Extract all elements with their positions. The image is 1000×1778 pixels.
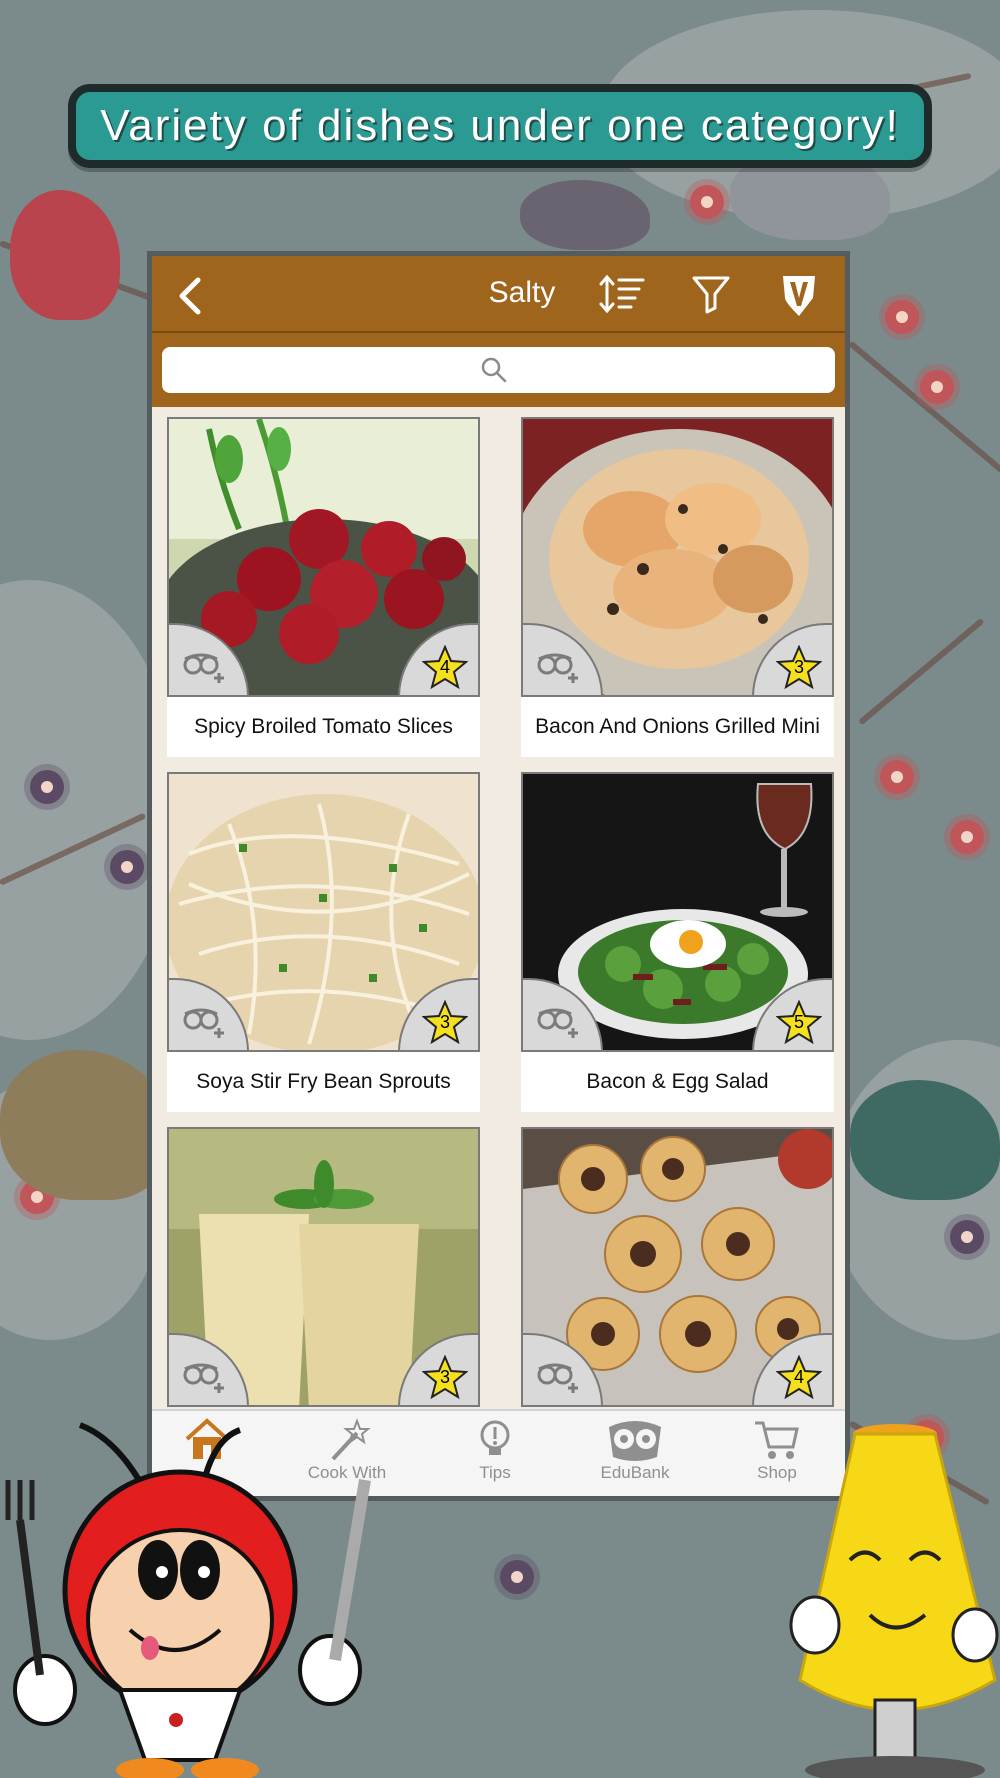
owl-add-icon — [537, 653, 578, 683]
promo-banner: Variety of dishes under one category! — [68, 84, 932, 168]
recipe-card[interactable]: 4 — [521, 1127, 834, 1407]
owl-icon — [609, 1421, 661, 1461]
nav-label: EduBank — [600, 1463, 670, 1482]
filter-icon — [692, 276, 730, 314]
rating-value: 4 — [793, 1367, 804, 1387]
filter-button[interactable] — [687, 272, 735, 316]
recipe-card[interactable]: 5 Bacon & Egg Salad — [521, 772, 834, 1112]
recipe-title-container: Bacon And Onions Grilled Mini — [521, 697, 834, 757]
recipe-title-container: Spicy Broiled Tomato Slices — [167, 697, 480, 757]
rating-value: 4 — [439, 657, 450, 677]
back-button[interactable] — [174, 276, 206, 316]
rating-value: 3 — [439, 1012, 450, 1032]
search-bar-container — [152, 333, 845, 407]
recipe-image: 3 — [167, 772, 480, 1052]
nav-tips[interactable]: Tips — [440, 1417, 550, 1495]
lamp-mascot-right — [789, 1424, 999, 1778]
rating-value: 3 — [439, 1367, 450, 1387]
owl-add-icon — [183, 1008, 224, 1038]
owl-add-icon — [183, 653, 224, 683]
recipe-title: Spicy Broiled Tomato Slices — [194, 715, 453, 738]
recipe-card[interactable]: 3 — [167, 1127, 480, 1407]
recipe-title-container: Soya Stir Fry Bean Sprouts — [167, 1052, 480, 1112]
page-title: Salty — [488, 276, 556, 309]
recipe-card[interactable]: 3 Bacon And Onions Grilled Mini — [521, 417, 834, 757]
sort-icon — [599, 274, 645, 314]
top-app-bar: Salty — [152, 256, 845, 333]
recipe-card[interactable]: 3 Soya Stir Fry Bean Sprouts — [167, 772, 480, 1112]
recipe-image: 3 — [167, 1127, 480, 1407]
recipe-title: Soya Stir Fry Bean Sprouts — [196, 1070, 451, 1093]
app-logo-button[interactable] — [775, 272, 823, 316]
search-icon — [481, 357, 507, 383]
owl-add-icon — [537, 1363, 578, 1393]
recipe-image: 5 — [521, 772, 834, 1052]
recipe-title: Bacon And Onions Grilled Mini — [535, 715, 820, 738]
chef-mascot-left — [5, 1422, 371, 1778]
nav-label: Tips — [479, 1463, 511, 1482]
sort-button[interactable] — [599, 272, 647, 316]
recipe-grid: 4 Spicy Broiled Tomato Slices 3 Bacon An… — [152, 407, 845, 1419]
recipe-card[interactable]: 4 Spicy Broiled Tomato Slices — [167, 417, 480, 757]
recipe-image: 3 — [521, 417, 834, 697]
lightbulb-icon — [480, 1420, 510, 1455]
banner-text: Variety of dishes under one category! — [100, 101, 900, 150]
search-box[interactable] — [162, 347, 835, 393]
recipe-title: Bacon & Egg Salad — [586, 1070, 769, 1093]
nav-edubank[interactable]: EduBank — [580, 1417, 690, 1495]
owl-add-icon — [183, 1363, 224, 1393]
rating-value: 3 — [793, 657, 804, 677]
owl-add-icon — [537, 1008, 578, 1038]
shield-logo-icon — [783, 276, 815, 316]
rating-value: 5 — [793, 1012, 804, 1032]
recipe-image: 4 — [167, 417, 480, 697]
app-screen: Salty 4 Spicy Broiled Tomato Slices 3 Ba… — [147, 251, 850, 1501]
recipe-title-container: Bacon & Egg Salad — [521, 1052, 834, 1112]
chevron-left-icon — [179, 277, 201, 315]
recipe-image: 4 — [521, 1127, 834, 1407]
